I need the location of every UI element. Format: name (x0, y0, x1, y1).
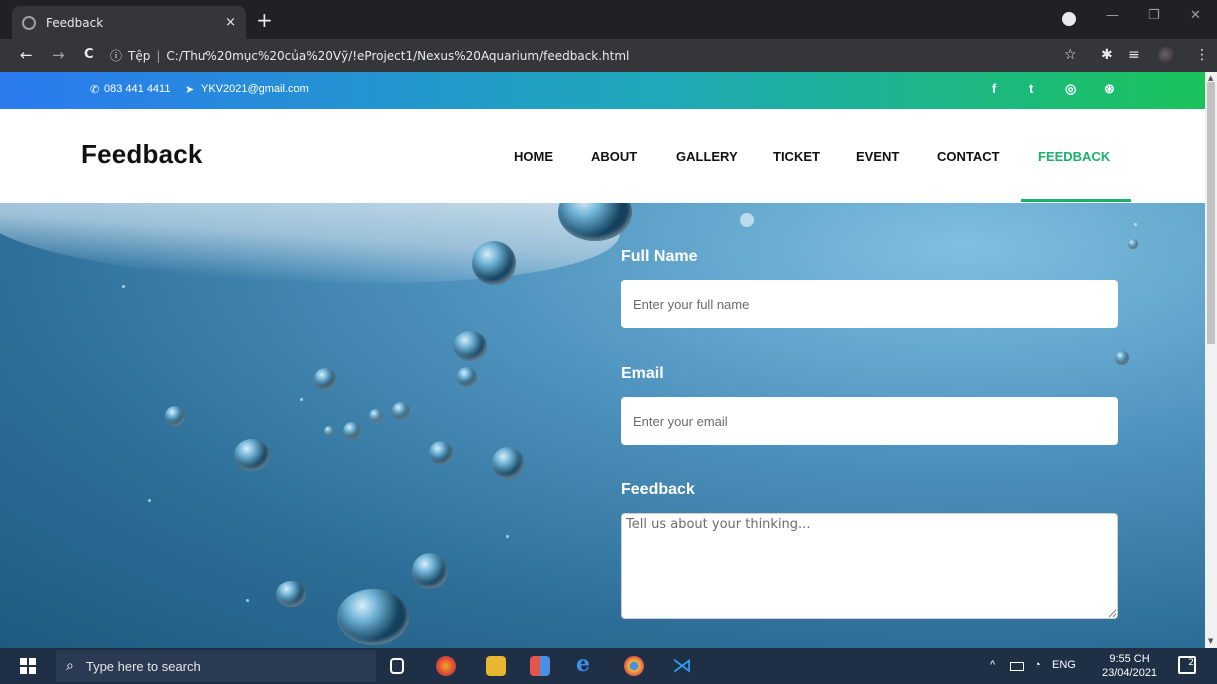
taskbar-search-placeholder: Type here to search (85, 658, 201, 674)
language-indicator[interactable]: ENG (1052, 659, 1076, 671)
bubble-speck (740, 213, 754, 227)
phone-number[interactable]: 083 441 4411 (104, 83, 170, 95)
browser-titlebar: Feedback × + — ❐ ✕ (0, 0, 1217, 39)
back-button[interactable]: ← (20, 46, 33, 64)
bubble (492, 447, 524, 479)
battery-icon[interactable] (1010, 662, 1024, 671)
top-contact-strip: ✆ 083 441 4411 ➤ YKV2021@gmail.com f t ◎… (0, 72, 1205, 109)
wifi-icon[interactable]: ◔ (1034, 659, 1041, 671)
dribbble-icon[interactable]: ⊛ (1104, 81, 1115, 97)
bubble-speck (148, 499, 151, 502)
email-label: Email (621, 365, 664, 382)
search-icon: ⌕ (66, 658, 74, 674)
bubble (337, 589, 409, 645)
taskbar-search[interactable]: ⌕ Type here to search (56, 650, 376, 682)
windows-taskbar: ⌕ Type here to search e ⋊ ^ ◔ ENG 9:55 C… (0, 648, 1217, 684)
nav-home[interactable]: HOME (514, 149, 553, 164)
url-origin: Tệp (128, 48, 151, 63)
profile-avatar[interactable] (1158, 47, 1176, 65)
bubble (165, 406, 185, 426)
browser-tab[interactable]: Feedback × (12, 6, 246, 39)
windows-start-icon[interactable] (20, 658, 36, 674)
extensions-icon[interactable]: ✱ (1101, 48, 1113, 62)
task-view-icon[interactable] (390, 658, 404, 674)
forward-button[interactable]: → (52, 46, 65, 64)
scroll-up-icon[interactable]: ▲ (1208, 74, 1213, 82)
bubble (276, 581, 306, 607)
clock-time: 9:55 CH (1109, 653, 1150, 665)
scroll-down-icon[interactable]: ▼ (1208, 637, 1213, 645)
contact-email[interactable]: YKV2021@gmail.com (201, 83, 309, 95)
bookmark-star-icon[interactable]: ☆ (1064, 48, 1077, 62)
browser-menu-icon[interactable]: ⋮ (1195, 48, 1209, 62)
bubble (429, 441, 453, 465)
bubble-speck (1134, 223, 1137, 226)
url-separator: | (156, 48, 161, 63)
minimize-button[interactable]: — (1106, 8, 1119, 23)
tab-title: Feedback (46, 15, 104, 30)
globe-icon (22, 15, 36, 30)
nav-event[interactable]: EVENT (856, 149, 899, 164)
tray-up-icon[interactable]: ^ (990, 659, 995, 671)
restore-button[interactable]: ❐ (1148, 8, 1160, 23)
bubble (392, 402, 410, 420)
bubble-speck (506, 535, 509, 538)
nav-feedback[interactable]: FEEDBACK (1038, 149, 1110, 164)
bubble (453, 331, 487, 361)
address-bar[interactable]: ⓘ Tệp | C:/Thư%20mục%20của%20Vỹ/!eProjec… (110, 43, 1050, 68)
facebook-icon[interactable]: f (992, 81, 996, 96)
instagram-icon[interactable]: ◎ (1065, 81, 1076, 97)
nav-ticket[interactable]: TICKET (773, 149, 820, 164)
bubble (343, 422, 361, 440)
bubble (314, 368, 336, 390)
vscode-icon[interactable]: ⋊ (672, 653, 692, 677)
chrome-icon[interactable] (624, 656, 644, 676)
browser-toolbar: ← → C ⓘ Tệp | C:/Thư%20mục%20của%20Vỹ/!e… (0, 39, 1217, 72)
send-icon: ➤ (185, 84, 195, 96)
site-header: Feedback HOME ABOUT GALLERY TICKET EVENT… (0, 109, 1205, 203)
full-name-input[interactable] (621, 280, 1118, 328)
bubble-speck (300, 398, 303, 401)
tab-search-icon[interactable] (1062, 12, 1076, 26)
url-text[interactable]: C:/Thư%20mục%20của%20Vỹ/!eProject1/Nexus… (166, 49, 629, 63)
bubble-speck (246, 599, 249, 602)
bubble (412, 553, 448, 589)
close-window-button[interactable]: ✕ (1190, 8, 1201, 23)
page-viewport: ✆ 083 441 4411 ➤ YKV2021@gmail.com f t ◎… (0, 72, 1205, 648)
edge-icon[interactable]: e (576, 651, 596, 677)
store-icon[interactable] (530, 656, 550, 676)
bubble (324, 426, 334, 436)
feedback-label: Feedback (621, 481, 695, 498)
nav-contact[interactable]: CONTACT (937, 149, 1000, 164)
active-nav-indicator (1021, 199, 1131, 202)
info-icon[interactable]: ⓘ (110, 47, 122, 64)
tab-close-icon[interactable]: × (225, 15, 236, 30)
reload-button[interactable]: C (84, 46, 94, 64)
nav-about[interactable]: ABOUT (591, 149, 637, 164)
bubble (369, 409, 383, 423)
email-input[interactable] (621, 397, 1118, 445)
bubble-speck (122, 285, 125, 288)
new-tab-button[interactable]: + (256, 10, 273, 30)
nav-gallery[interactable]: GALLERY (676, 149, 738, 164)
media-control-icon[interactable]: ≡ (1128, 48, 1140, 62)
bubble (472, 241, 516, 285)
chrome-canary-icon[interactable] (436, 656, 456, 676)
bubble (1128, 239, 1138, 249)
file-explorer-icon[interactable] (486, 656, 506, 676)
notification-icon[interactable]: 2 (1178, 656, 1196, 674)
full-name-label: Full Name (621, 248, 698, 265)
water-surface (0, 203, 624, 306)
phone-icon: ✆ (90, 84, 100, 96)
bubble (234, 439, 270, 471)
clock-date: 23/04/2021 (1102, 667, 1158, 679)
scrollbar-thumb[interactable] (1207, 82, 1215, 344)
feedback-textarea[interactable] (621, 513, 1118, 619)
taskbar-clock[interactable]: 9:55 CH 23/04/2021 (1102, 652, 1157, 680)
page-title: Feedback (81, 139, 203, 169)
twitter-icon[interactable]: t (1029, 81, 1033, 96)
bubble (457, 367, 477, 387)
bubble (1115, 351, 1129, 365)
page-scrollbar[interactable]: ▲ ▼ (1205, 72, 1217, 648)
